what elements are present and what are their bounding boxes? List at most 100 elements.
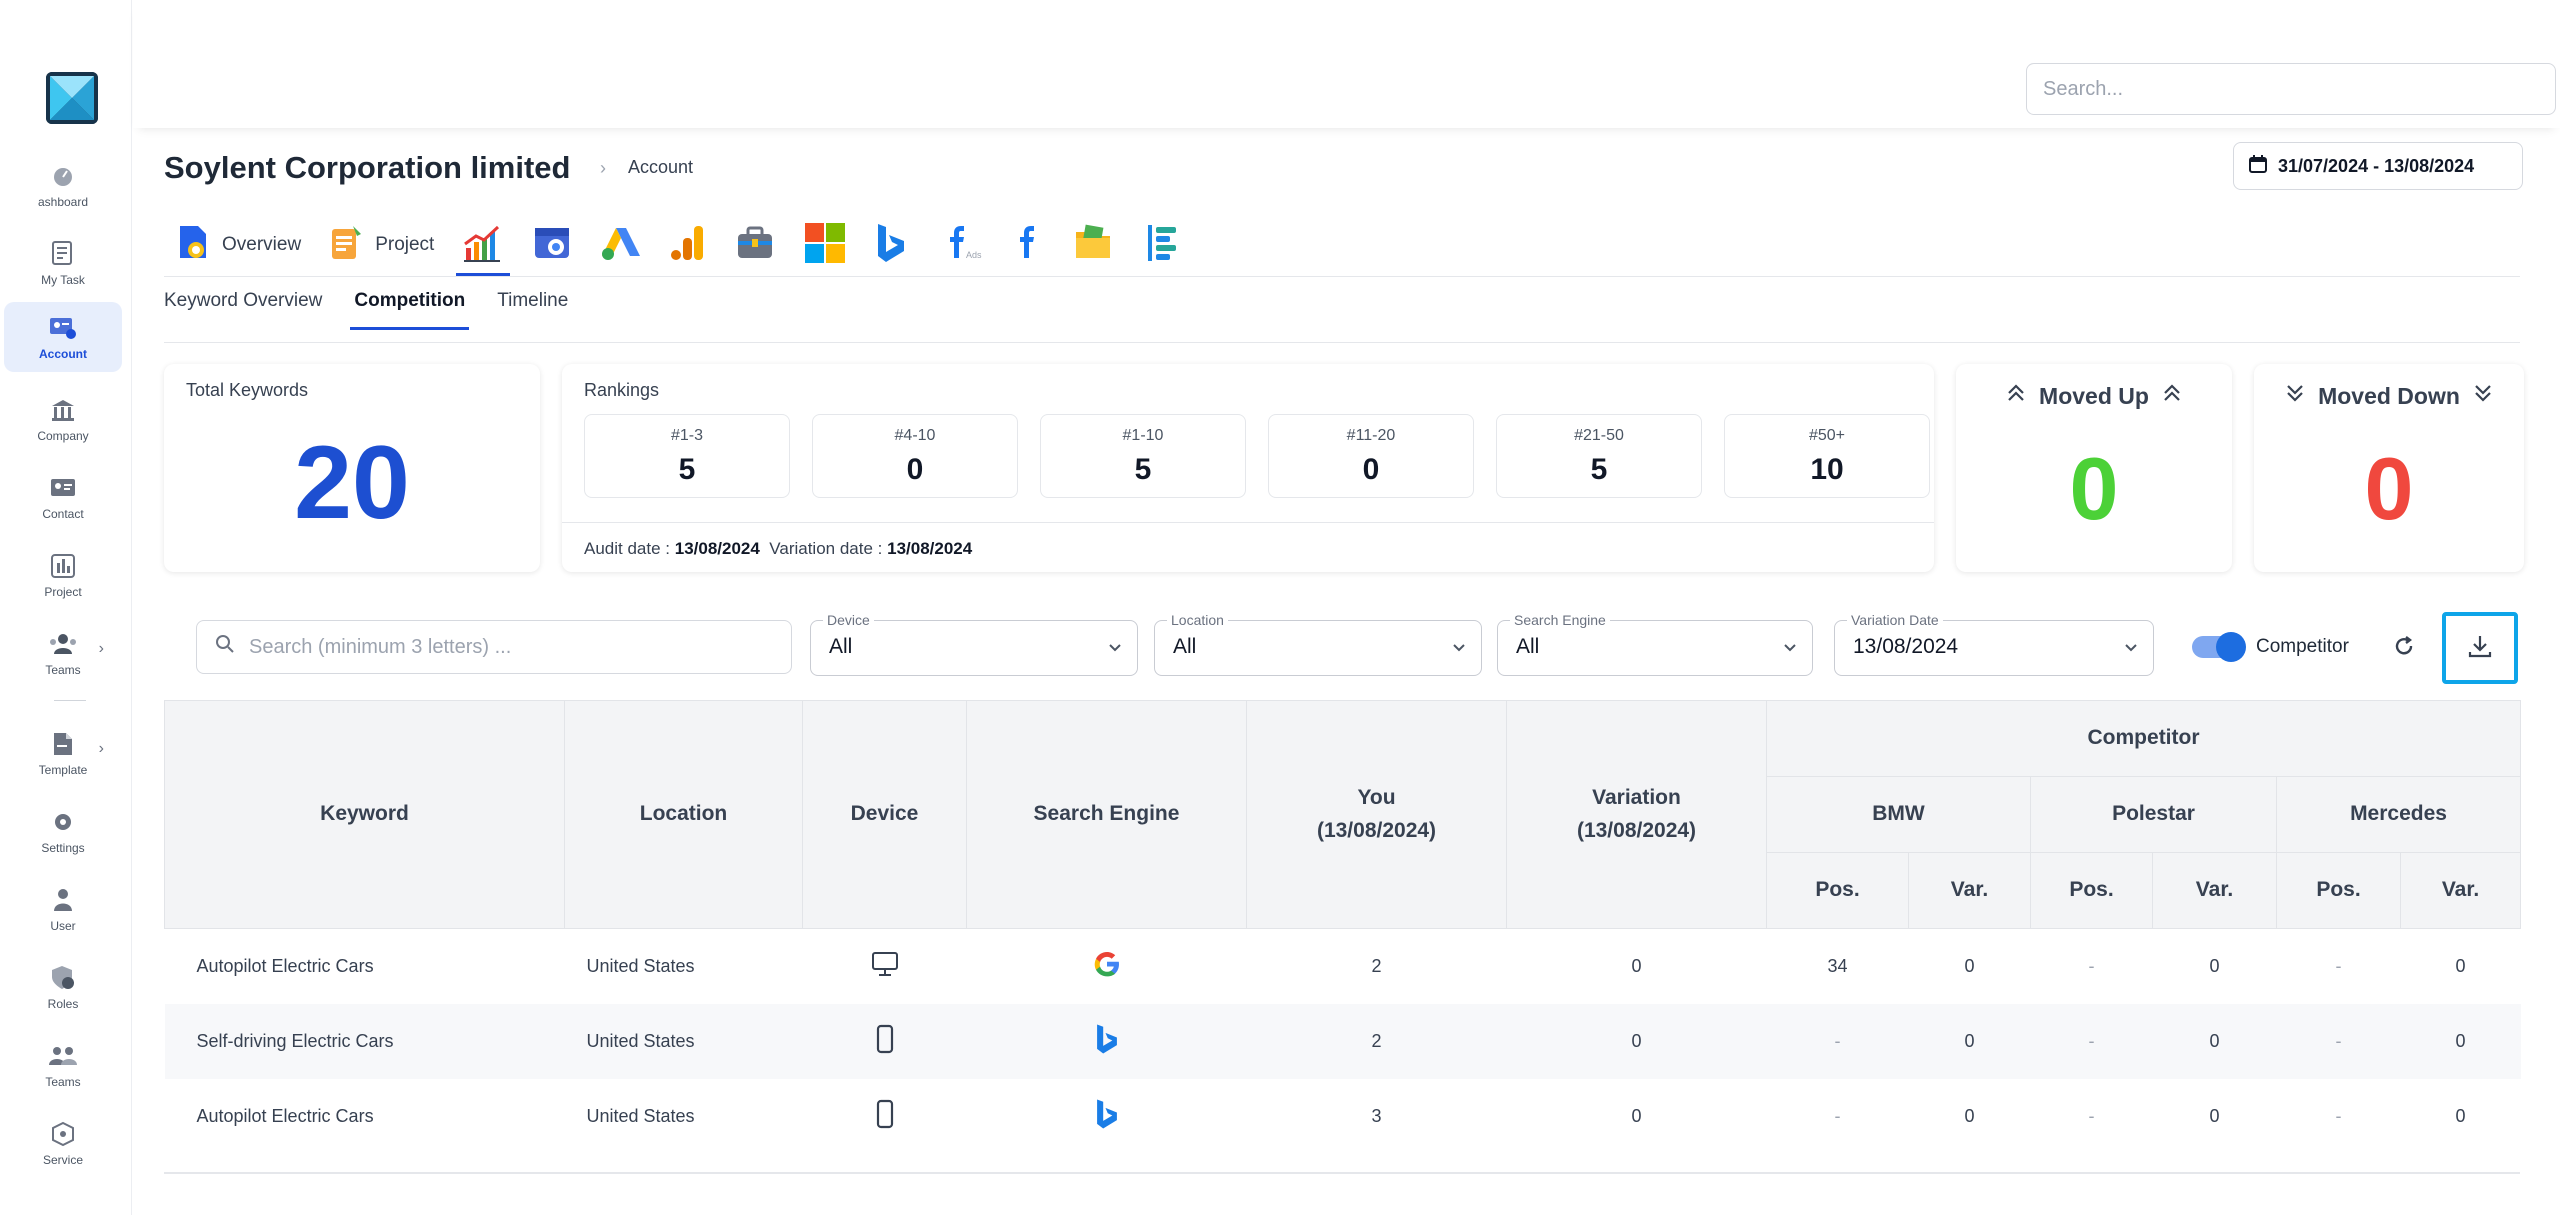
breadcrumb[interactable]: Account — [628, 157, 693, 178]
refresh-button[interactable] — [2386, 630, 2422, 666]
tab-bing[interactable] — [860, 214, 922, 276]
sidebar-divider — [54, 700, 86, 701]
moved-up-card: Moved Up 0 — [1956, 364, 2232, 572]
column-header-keyword[interactable]: Keyword — [164, 700, 565, 929]
cell-you: 2 — [1371, 955, 1382, 976]
column-header-var[interactable]: Var. — [1908, 852, 2031, 929]
cell-search-engine — [966, 1003, 1247, 1079]
sidebar-item-template[interactable]: Template › — [4, 718, 122, 788]
column-header-pos[interactable]: Pos. — [2030, 852, 2153, 929]
sidebar-item-company[interactable]: Company — [4, 384, 122, 454]
dashboard-icon — [48, 161, 78, 191]
table-row[interactable]: Autopilot Electric Cars United States 3 … — [165, 1079, 2521, 1154]
total-keywords-label: Total Keywords — [186, 380, 309, 400]
tab-folder[interactable] — [1058, 214, 1128, 276]
ranking-box-4-10: #4-10 0 — [812, 414, 1018, 498]
variation-date-select-value: 13/08/2024 — [1853, 635, 1959, 658]
cell-variation: 0 — [1631, 1105, 1642, 1126]
double-chevron-up-icon — [2005, 382, 2027, 410]
sidebar-item-label: Teams — [45, 1075, 81, 1089]
tab-keyword-overview[interactable]: Keyword Overview — [164, 290, 322, 330]
tab-facebook-ads[interactable]: Ads — [922, 214, 996, 276]
variation-header-label: Variation — [1592, 785, 1681, 809]
sidebar-item-service[interactable]: Service — [4, 1108, 122, 1178]
cell-variation: 0 — [1631, 955, 1642, 976]
download-button[interactable] — [2442, 612, 2518, 684]
tab-google-my-business[interactable] — [518, 214, 586, 276]
date-range-value: 31/07/2024 - 13/08/2024 — [2278, 155, 2475, 176]
tab-competition[interactable]: Competition — [350, 290, 470, 330]
cell-bmw-var: 0 — [1908, 1003, 2031, 1079]
rankings-card: Rankings #1-3 5 #4-10 0 #1-10 5 #11-20 0… — [562, 364, 1934, 572]
cell-you: 2 — [1246, 1003, 1507, 1079]
sidebar-item-teams[interactable]: Teams › — [4, 618, 122, 688]
column-header-var[interactable]: Var. — [2152, 852, 2277, 929]
device-select[interactable]: Device All — [810, 612, 1138, 676]
tab-rank-tracker[interactable] — [448, 214, 518, 276]
competitor-toggle[interactable] — [2192, 632, 2246, 662]
toggle-knob — [2216, 632, 2246, 662]
filter-bar: Search (minimum 3 letters) ... Device Al… — [164, 600, 2524, 700]
tab-toolbox[interactable] — [720, 214, 790, 276]
sidebar: ashboard My Task Account Company Contact… — [0, 0, 132, 1215]
cell-location: United States — [564, 1003, 803, 1079]
cell-device — [803, 929, 967, 1004]
tab-google-ads[interactable] — [586, 214, 656, 276]
tab-task-board[interactable] — [1128, 214, 1194, 276]
ranking-value: 10 — [1810, 453, 1844, 486]
sidebar-item-user[interactable]: User — [4, 874, 122, 944]
sidebar-item-roles[interactable]: Roles — [4, 952, 122, 1022]
keyword-search-input[interactable]: Search (minimum 3 letters) ... — [196, 620, 792, 674]
sidebar-item-project[interactable]: Project — [4, 540, 122, 610]
column-header-location[interactable]: Location — [564, 700, 803, 929]
keyword-search-placeholder: Search (minimum 3 letters) ... — [249, 635, 512, 658]
app-logo[interactable] — [46, 72, 98, 124]
sidebar-item-my-task[interactable]: My Task — [4, 228, 122, 298]
table-row[interactable]: Self-driving Electric Cars United States… — [164, 1003, 2521, 1079]
cell-polestar-var: 0 — [2209, 955, 2220, 976]
ranking-value: 5 — [1590, 453, 1608, 486]
tab-facebook[interactable] — [996, 214, 1058, 276]
sidebar-item-teams-2[interactable]: Teams — [4, 1030, 122, 1100]
search-placeholder: Search... — [2043, 77, 2124, 100]
tab-microsoft[interactable] — [790, 214, 860, 276]
chevron-down-icon — [2123, 639, 2139, 660]
sidebar-item-dashboard[interactable]: ashboard — [4, 150, 122, 220]
task-board-icon — [1142, 222, 1180, 269]
sidebar-item-account[interactable]: Account — [4, 302, 122, 372]
column-header-variation[interactable]: Variation (13/08/2024) — [1506, 700, 1767, 929]
search-engine-select[interactable]: Search Engine All — [1497, 612, 1813, 676]
cell-device — [802, 1003, 967, 1079]
sidebar-item-contact[interactable]: Contact — [4, 462, 122, 532]
cell-keyword: Autopilot Electric Cars — [196, 1105, 374, 1126]
ranking-label: #50+ — [1808, 427, 1846, 444]
cell-you: 3 — [1371, 1105, 1382, 1126]
location-select[interactable]: Location All — [1154, 612, 1482, 676]
column-header-pos[interactable]: Pos. — [2276, 852, 2401, 929]
variation-date-select[interactable]: Variation Date 13/08/2024 — [1834, 612, 2154, 676]
global-search-input[interactable]: Search... — [2026, 63, 2556, 115]
column-header-search-engine[interactable]: Search Engine — [966, 700, 1247, 929]
tab-project[interactable]: Project — [315, 214, 448, 276]
mobile-icon — [874, 1099, 896, 1133]
column-header-var[interactable]: Var. — [2399, 852, 2522, 929]
sidebar-item-label: Project — [44, 585, 82, 599]
tab-overview[interactable]: Overview — [164, 214, 315, 276]
moved-down-value: 0 — [2364, 439, 2414, 538]
desktop-icon — [870, 951, 900, 982]
cell-mercedes-pos: - — [2335, 1105, 2342, 1126]
search-engine-select-value: All — [1516, 635, 1540, 658]
tab-timeline[interactable]: Timeline — [497, 290, 568, 330]
contact-icon — [48, 473, 78, 503]
column-header-you[interactable]: You (13/08/2024) — [1246, 700, 1507, 929]
column-header-pos[interactable]: Pos. — [1766, 852, 1909, 929]
top-bar: Search... RS — [133, 0, 2560, 128]
sidebar-item-settings[interactable]: Settings — [4, 796, 122, 866]
variation-header-date: (13/08/2024) — [1576, 818, 1697, 842]
table-row[interactable]: Autopilot Electric Cars United States 2 … — [165, 929, 2521, 1004]
column-header-device[interactable]: Device — [802, 700, 967, 929]
chevron-right-icon: › — [600, 158, 606, 178]
template-icon — [48, 729, 78, 759]
tab-google-analytics[interactable] — [656, 214, 720, 276]
date-range-picker[interactable]: 31/07/2024 - 13/08/2024 — [2233, 142, 2523, 190]
